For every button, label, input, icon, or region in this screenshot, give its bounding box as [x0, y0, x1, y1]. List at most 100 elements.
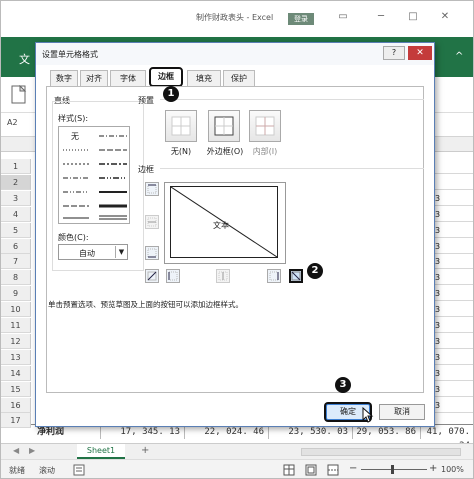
close-icon[interactable]: ✕	[437, 10, 453, 24]
dialog-close-button[interactable]: ✕	[408, 46, 432, 60]
tab-alignment[interactable]: 对齐	[80, 70, 108, 86]
horizontal-scrollbar[interactable]	[301, 448, 461, 456]
format-cells-dialog: 设置单元格格式 ? ✕ 数字 对齐 字体 边框 填充 保护 直线 样式(S): …	[35, 42, 435, 427]
normal-view-icon[interactable]	[283, 464, 295, 476]
workbook-title: 制作财政表头 - Excel	[196, 13, 274, 22]
cell-value[interactable]: 23, 530. 03	[269, 425, 353, 439]
line-style-list[interactable]: 无	[58, 126, 130, 224]
next-sheet-icon[interactable]: ▶	[29, 446, 35, 455]
maximize-icon[interactable]: □	[405, 10, 421, 24]
dialog-help-button[interactable]: ?	[383, 46, 405, 60]
zoom-level[interactable]: 100%	[441, 465, 464, 474]
row-header[interactable]: 10	[1, 302, 31, 318]
zoom-slider-thumb[interactable]	[391, 465, 394, 474]
tab-fill[interactable]: 填充	[187, 70, 221, 86]
grid-cell[interactable]: 3	[431, 350, 473, 365]
grid-cell[interactable]: 3	[431, 398, 473, 413]
color-select[interactable]: 自动 ▼	[58, 244, 128, 260]
style-label: 样式(S):	[58, 114, 89, 123]
border-right-button[interactable]	[267, 269, 281, 283]
border-bottom-button[interactable]	[145, 246, 159, 260]
zoom-slider[interactable]	[361, 469, 427, 470]
prev-sheet-icon[interactable]: ◀	[13, 446, 19, 455]
file-tab[interactable]: 文	[19, 51, 30, 67]
border-left-button[interactable]	[166, 269, 180, 283]
row-header[interactable]: 6	[1, 238, 31, 254]
border-diagonal-up-button[interactable]	[145, 269, 159, 283]
preset-none-button[interactable]	[165, 110, 197, 142]
zoom-in-icon[interactable]: +	[429, 463, 437, 474]
minimize-icon[interactable]: ─	[373, 10, 389, 24]
border-right-icon	[269, 271, 279, 281]
row-header[interactable]: 14	[1, 365, 31, 381]
row-header[interactable]: 13	[1, 349, 31, 365]
grid-cell[interactable]	[431, 175, 473, 190]
chevron-down-icon[interactable]: ▼	[115, 246, 127, 258]
border-diagonal-down-button[interactable]	[289, 269, 303, 283]
tab-font[interactable]: 字体	[110, 70, 146, 86]
preview-text: 文本	[213, 221, 229, 230]
cell-label[interactable]: 净利润	[37, 425, 101, 439]
page-layout-view-icon[interactable]	[305, 464, 317, 476]
border-top-icon	[147, 184, 157, 194]
row-header[interactable]: 15	[1, 381, 31, 397]
cell-value[interactable]: 22, 024. 46	[185, 425, 269, 439]
preset-outline-button[interactable]	[208, 110, 240, 142]
tab-protection[interactable]: 保护	[223, 70, 255, 86]
step-marker-3: 3	[335, 377, 351, 393]
grid-cell[interactable]: 3	[431, 334, 473, 349]
row-header[interactable]: 2	[1, 174, 31, 190]
macro-record-icon[interactable]	[73, 464, 85, 476]
color-label: 颜色(C):	[58, 233, 89, 242]
cell-value[interactable]: 29, 053. 86	[353, 425, 421, 439]
cancel-button[interactable]: 取消	[379, 404, 425, 420]
row-header[interactable]: 7	[1, 254, 31, 270]
grid-cell[interactable]: 3	[431, 302, 473, 318]
grid-cell[interactable]: 3	[431, 239, 473, 254]
border-middle-v-icon	[218, 271, 228, 281]
sheet-tab[interactable]: Sheet1	[77, 444, 125, 459]
row-header[interactable]: 5	[1, 222, 31, 238]
paste-icon[interactable]	[11, 85, 27, 105]
grid-cell[interactable]: 3	[431, 207, 473, 222]
row-header[interactable]: 17	[1, 413, 31, 429]
cell-value[interactable]: 41, 070. 24	[421, 425, 473, 451]
row-header[interactable]: 3	[1, 190, 31, 206]
excel-window: 制作财政表头 - Excel 登录 ▭ ─ □ ✕ 文 ^ A2 1234567…	[0, 0, 474, 479]
grid-cell[interactable]: 3	[431, 191, 473, 206]
grid-cell[interactable]: 3	[431, 318, 473, 333]
ribbon-display-icon[interactable]: ▭	[335, 10, 351, 24]
sheet-tab-bar: ◀ ▶ Sheet1 +	[1, 443, 473, 459]
login-button[interactable]: 登录	[288, 13, 314, 25]
grid-cell[interactable]: 3	[431, 286, 473, 302]
row-header[interactable]: 8	[1, 270, 31, 286]
border-middle-h-button[interactable]	[145, 215, 159, 229]
grid-cell[interactable]: 3	[431, 382, 473, 397]
border-left-icon	[168, 271, 178, 281]
cell-value[interactable]: 17, 345. 13	[101, 425, 185, 439]
name-box[interactable]: A2	[7, 118, 18, 127]
tab-number[interactable]: 数字	[50, 70, 78, 86]
row-header[interactable]: 12	[1, 333, 31, 349]
preset-inside-button[interactable]	[249, 110, 281, 142]
grid-cell[interactable]: 3	[431, 254, 473, 270]
grid-cell[interactable]: 3	[431, 366, 473, 381]
row-header[interactable]: 1	[1, 159, 31, 174]
grid-cell[interactable]: 3	[431, 270, 473, 286]
tab-border[interactable]: 边框	[149, 67, 183, 87]
zoom-out-icon[interactable]: −	[349, 463, 357, 474]
row-header[interactable]: 4	[1, 206, 31, 222]
grid-cell[interactable]: 3	[431, 223, 473, 238]
ribbon-collapse-icon[interactable]: ^	[455, 51, 463, 62]
status-scroll: 滚动	[39, 466, 55, 475]
row-header[interactable]: 16	[1, 397, 31, 413]
cursor-icon	[362, 407, 374, 423]
border-top-button[interactable]	[145, 182, 159, 196]
add-sheet-icon[interactable]: +	[141, 445, 149, 456]
row-header[interactable]: 9	[1, 286, 31, 302]
page-break-view-icon[interactable]	[327, 464, 339, 476]
border-middle-v-button[interactable]	[216, 269, 230, 283]
line-style-options[interactable]	[59, 127, 131, 225]
row-header[interactable]: 11	[1, 318, 31, 333]
grid-cell[interactable]	[431, 159, 473, 174]
